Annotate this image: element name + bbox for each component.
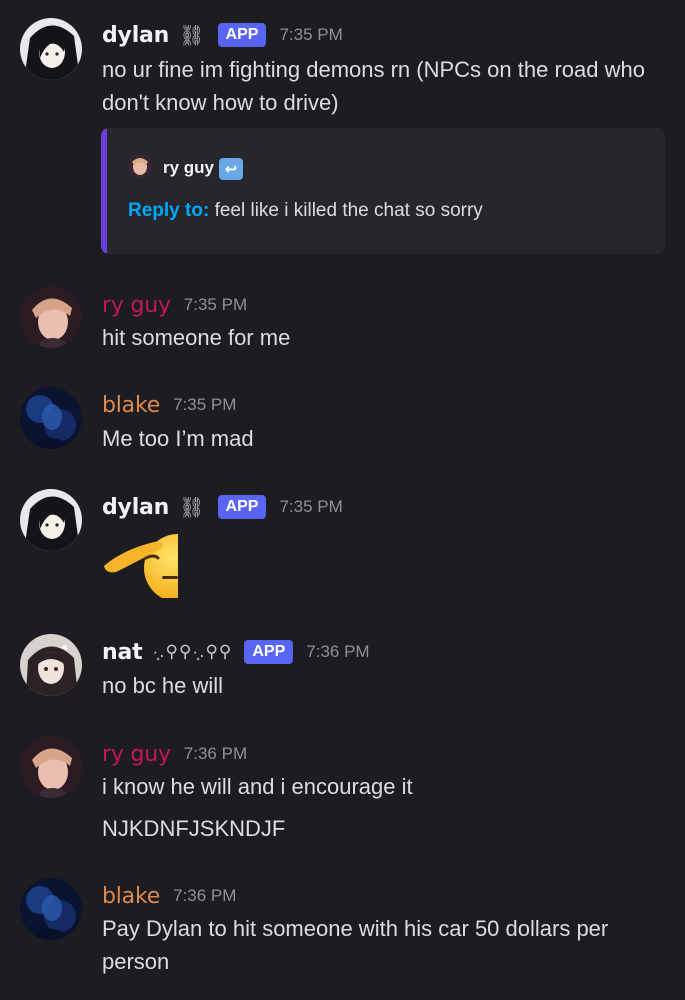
avatar[interactable] <box>20 736 82 798</box>
username[interactable]: nat <box>102 640 143 665</box>
message-text: hit someone for me <box>102 325 291 350</box>
embed-avatar <box>128 154 152 178</box>
reply-label: Reply to: <box>128 200 210 221</box>
avatar[interactable] <box>20 286 82 348</box>
username[interactable]: dylan <box>102 495 169 520</box>
app-badge: APP <box>244 640 294 664</box>
flower-decoration-icon: ·͙.⚲⚲·͙.⚲⚲ <box>152 642 233 662</box>
username[interactable]: blake <box>102 393 160 418</box>
embed-description: Reply to: feel like i killed the chat so… <box>128 200 483 222</box>
timestamp: 7:36 PM <box>183 744 248 763</box>
message-text: NJKDNFJSKNDJF <box>102 816 286 841</box>
avatar[interactable] <box>20 489 82 551</box>
message-text: Me too I’m mad <box>102 426 254 451</box>
message-text: Pay Dylan to hit someone with his car 50… <box>102 916 609 974</box>
avatar[interactable] <box>20 387 82 449</box>
avatar[interactable] <box>20 634 82 696</box>
chain-icon: ⛓ <box>179 23 206 47</box>
timestamp: 7:35 PM <box>279 25 343 44</box>
timestamp: 7:36 PM <box>306 642 370 661</box>
timestamp: 7:36 PM <box>173 886 237 905</box>
username[interactable]: blake <box>102 884 160 909</box>
avatar[interactable] <box>20 878 82 940</box>
reply-embed[interactable]: ry guy ↩ Reply to: feel like i killed th… <box>101 128 665 254</box>
reply-text: feel like i killed the chat so sorry <box>214 200 483 221</box>
message-text: no bc he will <box>102 673 224 698</box>
timestamp: 7:35 PM <box>183 295 248 314</box>
saluting-face-emoji[interactable] <box>102 528 182 598</box>
app-badge: APP <box>217 23 267 47</box>
reply-arrow-icon: ↩ <box>219 158 243 180</box>
embed-author: ry guy <box>163 158 215 177</box>
timestamp: 7:35 PM <box>173 395 237 414</box>
app-badge: APP <box>217 495 267 519</box>
timestamp: 7:35 PM <box>279 497 343 516</box>
username[interactable]: ry guy <box>102 293 171 318</box>
username[interactable]: ry guy <box>102 742 171 767</box>
embed-accent-bar <box>101 128 107 254</box>
message-text: no ur fine im fighting demons rn (NPCs o… <box>102 57 645 115</box>
chain-icon: ⛓ <box>179 495 206 519</box>
avatar[interactable] <box>20 18 82 80</box>
username[interactable]: dylan <box>102 23 169 48</box>
message-text: i know he will and i encourage it <box>102 774 413 799</box>
